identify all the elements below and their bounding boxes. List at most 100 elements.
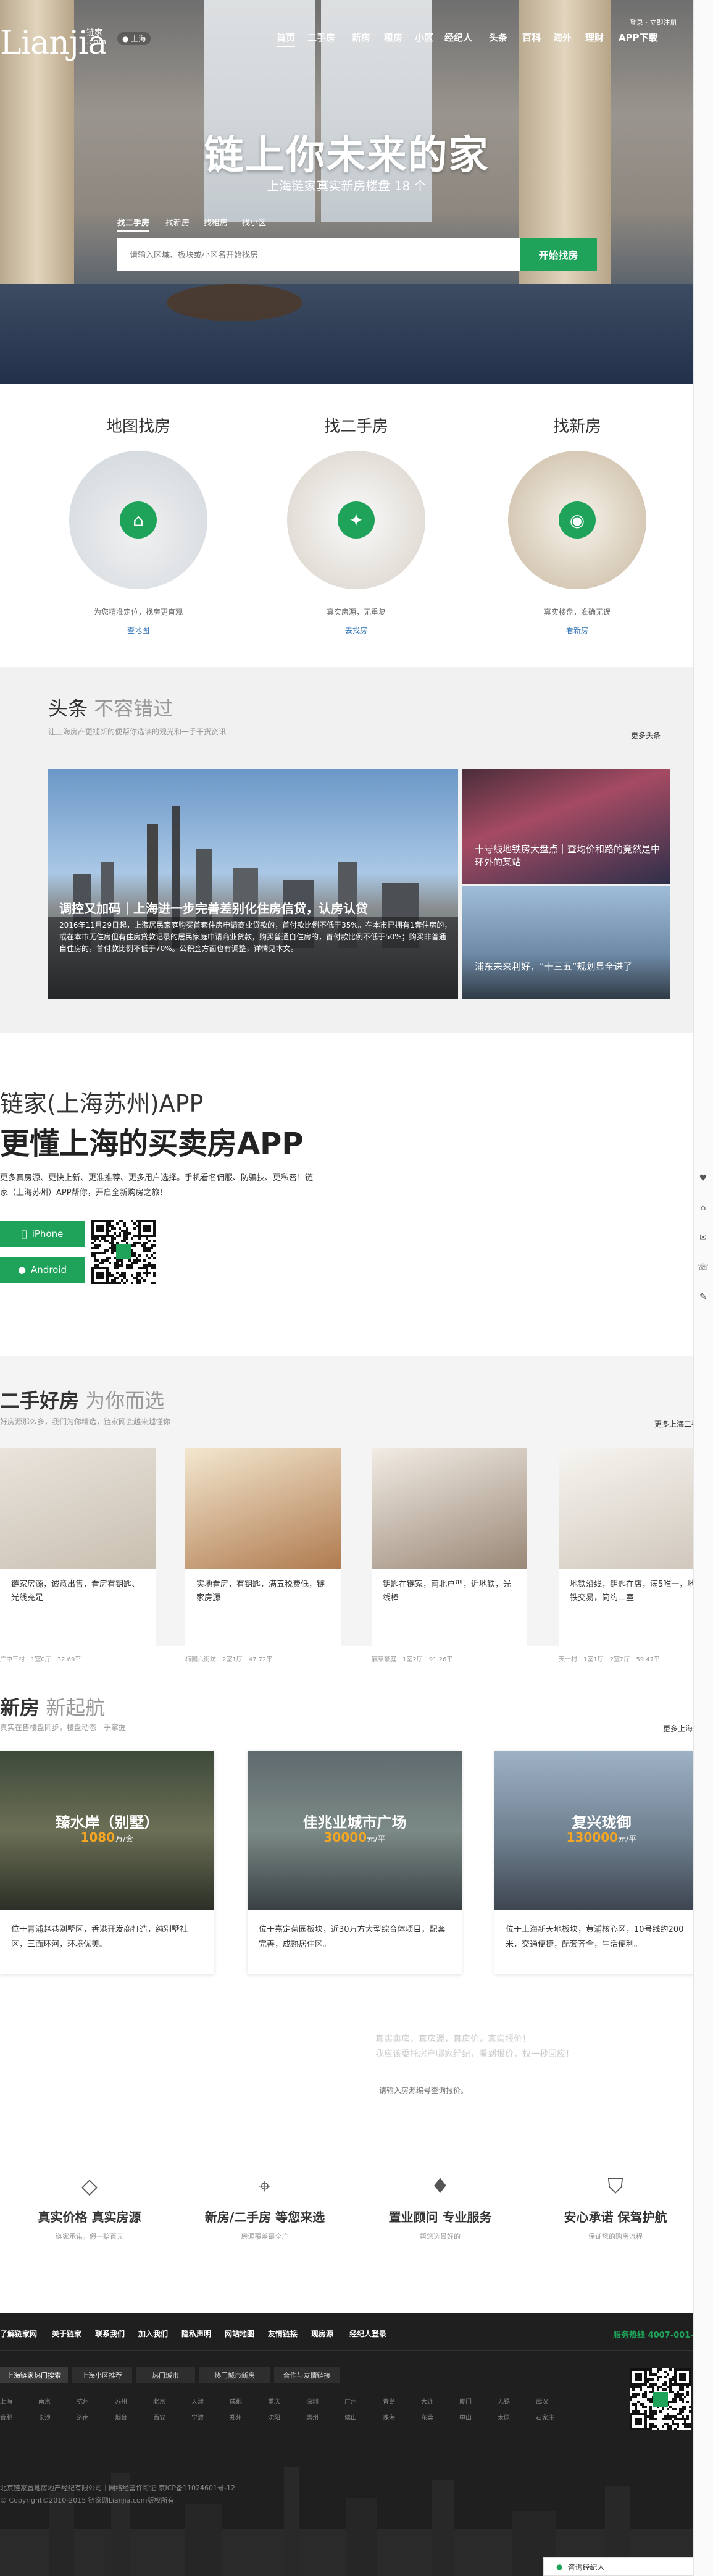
- footer-city-link[interactable]: 郑州: [230, 2412, 242, 2422]
- footer-city-link[interactable]: 大连: [421, 2396, 433, 2406]
- footer-city-link[interactable]: 太原: [498, 2412, 510, 2422]
- search-tab[interactable]: 找小区: [242, 216, 266, 228]
- footer-city-link[interactable]: 无锡: [498, 2396, 510, 2406]
- consult-agent-bar[interactable]: ● 咨询经纪人: [543, 2557, 693, 2576]
- footer-city-link[interactable]: 成都: [230, 2396, 242, 2406]
- news-side-card[interactable]: 浦东未来利好，“十三五”规划显全进了: [462, 886, 670, 999]
- footer-city-link[interactable]: 宁波: [191, 2412, 204, 2422]
- search-tab[interactable]: 找新房: [165, 216, 190, 228]
- footer-link[interactable]: 经纪人登录: [349, 2328, 386, 2339]
- footer-city-link[interactable]: 合肥: [0, 2412, 12, 2422]
- xinfang-card[interactable]: 佳兆业城市广场 30000元/平 位于嘉定菊园板块，近30万方大型综合体项目，配套完…: [248, 1751, 462, 1974]
- footer-city-link[interactable]: 佛山: [344, 2412, 357, 2422]
- esf-card[interactable]: 钥匙在链家，南北户型，近地铁，光线棒 宸章豪庭 1室2厅 91.26平: [372, 1448, 527, 1663]
- news-main-card[interactable]: 调控又加码｜上海进一步完善差别化住房信贷，认房认贷 2016年11月29日起，上…: [48, 769, 458, 999]
- feature-link[interactable]: 查地图: [64, 625, 212, 636]
- feature-link[interactable]: 看新房: [503, 625, 651, 636]
- footer-city-link[interactable]: 济南: [77, 2412, 89, 2422]
- footer-link[interactable]: 网站地图: [225, 2328, 254, 2339]
- footer-city-link[interactable]: 青岛: [383, 2396, 395, 2406]
- search-tab[interactable]: 找租房: [204, 216, 228, 228]
- feature-link[interactable]: 去找房: [282, 625, 430, 636]
- sidebar-tool-icon[interactable]: ⌂: [697, 1203, 709, 1213]
- footer-tab[interactable]: 上海链家热门搜索: [0, 2367, 68, 2383]
- footer-tab[interactable]: 合作与友情链接: [274, 2367, 340, 2383]
- footer-link[interactable]: 隐私声明: [181, 2328, 211, 2339]
- footer-city-link[interactable]: 沈阳: [268, 2412, 280, 2422]
- news-more-link[interactable]: 更多头条: [631, 730, 661, 740]
- footer-city-link[interactable]: 南京: [38, 2396, 51, 2406]
- nav-item[interactable]: 首页: [277, 31, 296, 47]
- nav-item[interactable]: 百科: [522, 31, 541, 44]
- footer-link[interactable]: 了解链家网: [0, 2328, 37, 2339]
- footer-city-link[interactable]: 厦门: [459, 2396, 472, 2406]
- feature-desc: 真实房源，无重复: [326, 608, 386, 616]
- xinfang-desc: 位于嘉定菊园板块，近30万方大型综合体项目，配套完善，成熟居住区。: [259, 1925, 446, 1949]
- feature-image[interactable]: ◉: [508, 451, 646, 589]
- footer-city-link[interactable]: 东莞: [421, 2412, 433, 2422]
- footer-city-link[interactable]: 惠州: [306, 2412, 319, 2422]
- copyright-line: © Copyright©2010-2015 链家网Lianjia.com版权所有: [0, 2496, 175, 2504]
- sidebar-tool-icon[interactable]: ♥: [697, 1173, 709, 1183]
- search-tab[interactable]: 找二手房: [117, 216, 150, 232]
- footer-city-link[interactable]: 石家庄: [536, 2412, 554, 2422]
- sidebar-tool-icon[interactable]: ✉: [697, 1233, 709, 1243]
- sell-text: 真实卖房，真房源，真房价，真实报价！ 我应该委托房产哪家经纪，看到报价，权一秒回应…: [375, 2032, 672, 2062]
- footer-city-link[interactable]: 珠海: [383, 2412, 395, 2422]
- esf-card[interactable]: 地铁沿线，钥匙在店，满5唯一，地铁交易，简约二室 天一村 1室1厅 2室2厅 59…: [559, 1448, 713, 1663]
- footer-link[interactable]: 联系我们: [95, 2328, 125, 2339]
- footer-city-link[interactable]: 武汉: [536, 2396, 548, 2406]
- footer-city-link[interactable]: 苏州: [115, 2396, 127, 2406]
- footer-link[interactable]: 关于链家: [52, 2328, 81, 2339]
- footer-city-link[interactable]: 上海: [0, 2396, 12, 2406]
- city-selector[interactable]: ● 上海: [117, 32, 151, 45]
- footer-link[interactable]: 友情链接: [268, 2328, 298, 2339]
- esf-card[interactable]: 链家房源，诚意出售，看房有钥匙、光线充足 广中三村 1室0厅 32.69平: [0, 1448, 156, 1663]
- news-side-card[interactable]: 十号线地铁房大盘点｜查均价和路的竟然是中环外的某站: [462, 769, 670, 884]
- footer-link[interactable]: 现房源: [311, 2328, 333, 2339]
- nav-item[interactable]: APP下载: [619, 31, 658, 44]
- footer-city-link[interactable]: 北京: [153, 2396, 165, 2406]
- nav-item[interactable]: 理财: [585, 31, 604, 44]
- footer-link[interactable]: 加入我们: [138, 2328, 168, 2339]
- footer-city-link[interactable]: 西安: [153, 2412, 165, 2422]
- sell-query-input[interactable]: [375, 2079, 693, 2102]
- xinfang-card[interactable]: 复兴珑御 130000元/平 位于上海新天地板块，黄浦核心区，10号线约200米，交…: [494, 1751, 709, 1974]
- footer-city-link[interactable]: 深圳: [306, 2396, 319, 2406]
- xinfang-title-main: 新房: [0, 1696, 40, 1719]
- nav-item[interactable]: 头条: [489, 31, 507, 44]
- nav-item[interactable]: 小区: [415, 31, 433, 44]
- feature-image[interactable]: ✦: [287, 451, 425, 589]
- sidebar-tool-icon[interactable]: ☏: [697, 1262, 709, 1272]
- footer-city-link[interactable]: 重庆: [268, 2396, 280, 2406]
- footer-tab[interactable]: 上海小区推荐: [72, 2367, 132, 2383]
- footer-tab[interactable]: 热门城市: [136, 2367, 195, 2383]
- register-link[interactable]: 立即注册: [650, 19, 677, 27]
- footer-city-link[interactable]: 广州: [344, 2396, 357, 2406]
- nav-item[interactable]: 海外: [553, 31, 572, 44]
- search-button[interactable]: 开始找房: [520, 238, 597, 271]
- nav-item[interactable]: 租房: [384, 31, 402, 44]
- android-download-button[interactable]: ● Android: [0, 1257, 85, 1283]
- footer-city-link[interactable]: 长沙: [38, 2412, 51, 2422]
- esf-card[interactable]: 实地看房，有钥匙，满五税费低，链家房源 梅园六街坊 2室1厅 47.72平: [185, 1448, 341, 1663]
- footer-tab[interactable]: 热门城市新房: [199, 2367, 270, 2383]
- search-input[interactable]: [117, 238, 520, 271]
- footer-city-link[interactable]: 烟台: [115, 2412, 127, 2422]
- promise-item: ⛉ 安心承诺 保驾护航 保证您的购房流程: [554, 2174, 677, 2241]
- feature-image[interactable]: ⌂: [69, 451, 207, 589]
- footer-city-link[interactable]: 中山: [459, 2412, 472, 2422]
- login-link[interactable]: 登录: [630, 19, 643, 27]
- news-main-title[interactable]: 调控又加码｜上海进一步完善差别化住房信贷，认房认贷: [59, 899, 368, 917]
- xinfang-card[interactable]: 臻水岸（别墅） 1080万/套 位于青浦赵巷别墅区，香港开发商打造，纯别墅社区，三面…: [0, 1751, 214, 1974]
- iphone-download-button[interactable]: iPhone: [0, 1221, 85, 1247]
- news-side-title[interactable]: 十号线地铁房大盘点｜查均价和路的竟然是中环外的某站: [475, 843, 660, 869]
- nav-item[interactable]: 经纪人: [444, 31, 472, 44]
- news-side-title[interactable]: 浦东未来利好，“十三五”规划显全进了: [475, 960, 660, 973]
- esf-card-text: 钥匙在链家，南北户型，近地铁，光线棒: [383, 1580, 512, 1603]
- footer-city-link[interactable]: 天津: [191, 2396, 204, 2406]
- nav-item[interactable]: 新房: [352, 31, 370, 44]
- footer-city-link[interactable]: 杭州: [77, 2396, 89, 2406]
- sidebar-tool-icon[interactable]: ✎: [697, 1292, 709, 1302]
- nav-item[interactable]: 二手房: [307, 31, 335, 44]
